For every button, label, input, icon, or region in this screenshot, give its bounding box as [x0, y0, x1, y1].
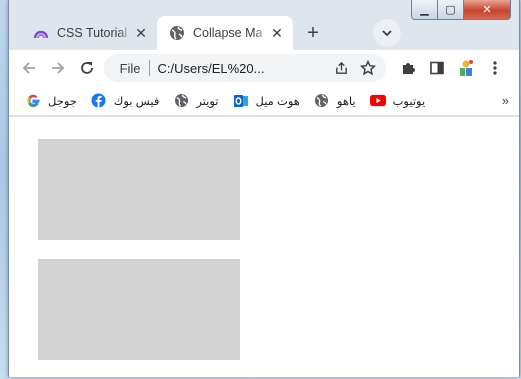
side-panel-button[interactable]	[424, 54, 449, 82]
back-button[interactable]	[17, 54, 42, 82]
tab-title: Collapse Ma	[193, 26, 263, 40]
address-bar[interactable]: File C:/Users/EL%20...	[103, 54, 386, 82]
google-icon	[25, 93, 41, 109]
tab-close-icon[interactable]: ✕	[133, 25, 149, 42]
youtube-icon	[369, 93, 386, 109]
page-viewport	[9, 117, 519, 377]
back-arrow-icon	[23, 62, 36, 74]
share-icon[interactable]	[330, 54, 354, 82]
bookmark-youtube[interactable]: يوتيوب	[369, 93, 426, 109]
tab-search-button[interactable]	[373, 19, 401, 47]
bookmark-google[interactable]: جوجل	[25, 93, 77, 109]
tab-title: CSS Tutorial	[57, 26, 128, 40]
reload-icon	[81, 62, 94, 74]
arc-logo-icon	[33, 25, 49, 41]
profile-button[interactable]	[453, 54, 478, 82]
menu-button[interactable]	[482, 54, 507, 82]
tab-css-tutorial[interactable]: CSS Tutorial ✕	[21, 16, 157, 50]
bookmark-twitter[interactable]: تويتر	[173, 93, 219, 109]
box-2	[38, 259, 240, 360]
facebook-icon	[91, 93, 107, 109]
tab-strip: CSS Tutorial ✕ Collapse Ma ✕ +	[9, 12, 519, 50]
globe-icon	[314, 93, 330, 109]
bookmark-label: فيس بوك	[113, 95, 160, 108]
bookmark-label: هوت ميل	[255, 95, 300, 108]
more-vertical-icon	[492, 61, 497, 75]
bookmark-yahoo[interactable]: ياهو	[314, 93, 356, 109]
new-tab-button[interactable]: +	[299, 19, 327, 47]
globe-icon	[169, 25, 185, 41]
bookmark-label: ياهو	[336, 95, 356, 108]
bookmark-facebook[interactable]: فيس بوك	[91, 93, 159, 109]
url-text[interactable]: C:/Users/EL%20...	[158, 61, 330, 76]
bookmark-hotmail[interactable]: هوت ميل	[233, 93, 300, 109]
forward-arrow-icon	[52, 62, 65, 74]
outlook-icon	[233, 93, 249, 109]
box-1	[38, 139, 240, 240]
reload-button[interactable]	[75, 54, 100, 82]
bookmark-label: يوتيوب	[392, 95, 426, 108]
chevron-down-icon	[382, 30, 392, 37]
forward-button[interactable]	[46, 54, 71, 82]
tab-close-icon[interactable]: ✕	[269, 25, 285, 42]
bookmarks-overflow-button[interactable]: »	[502, 93, 509, 108]
puzzle-icon	[403, 63, 415, 74]
tab-collapse-margin[interactable]: Collapse Ma ✕	[157, 16, 293, 50]
bookmark-label: جوجل	[48, 95, 77, 108]
divider	[148, 60, 150, 76]
profile-avatar-icon	[459, 60, 473, 76]
extensions-button[interactable]	[396, 54, 421, 82]
side-panel-icon	[430, 61, 444, 75]
browser-window: ▁ ▢ ✕ CSS Tutorial ✕ Collapse Ma ✕ + Fil…	[8, 0, 520, 377]
bookmark-star-icon[interactable]	[356, 54, 380, 82]
file-scheme-label: File	[119, 60, 141, 76]
globe-icon	[173, 93, 189, 109]
bookmarks-bar: جوجل فيس بوك تويتر هوت ميل ياهو يوتيوب »	[9, 86, 519, 116]
toolbar: File C:/Users/EL%20...	[9, 50, 519, 86]
bookmark-label: تويتر	[196, 95, 219, 108]
